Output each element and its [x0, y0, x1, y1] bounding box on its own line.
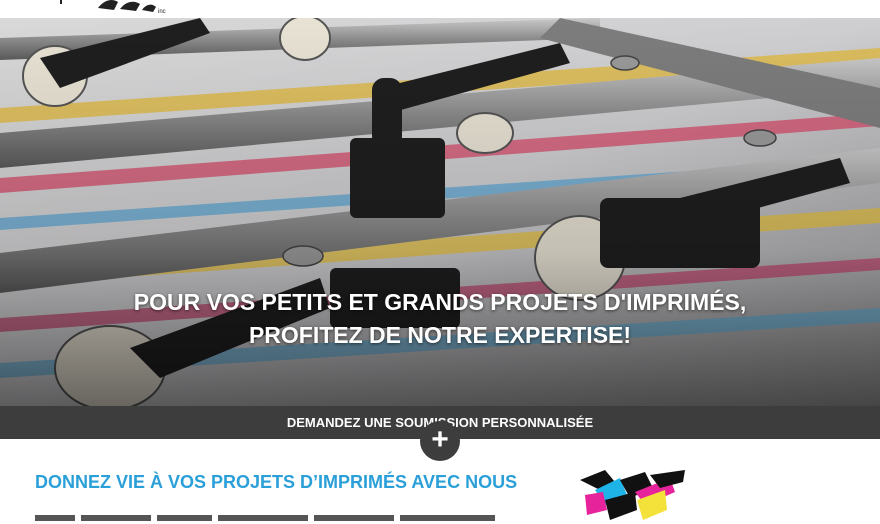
hero-headline-line-2: PROFITEZ DE NOTRE EXPERTISE! [248, 322, 632, 348]
svg-text:inc: inc [158, 9, 166, 15]
section-title: DONNEZ VIE À VOS PROJETS D’IMPRIMÉS AVEC… [35, 472, 518, 492]
site-header: inc [0, 0, 880, 18]
expand-symbol: + [431, 423, 449, 456]
hero-banner: POUR VOS PETITS ET GRANDS PROJETS D'IMPR… [0, 18, 880, 406]
plus-icon[interactable]: + [420, 421, 460, 461]
zebra-logo-image [580, 470, 685, 520]
section-body-text [35, 512, 495, 524]
hero-headline: POUR VOS PETITS ET GRANDS PROJETS D'IMPR… [0, 286, 880, 352]
hero-headline-line-1: POUR VOS PETITS ET GRANDS PROJETS D'IMPR… [133, 289, 747, 315]
site-logo[interactable]: inc [60, 0, 170, 16]
